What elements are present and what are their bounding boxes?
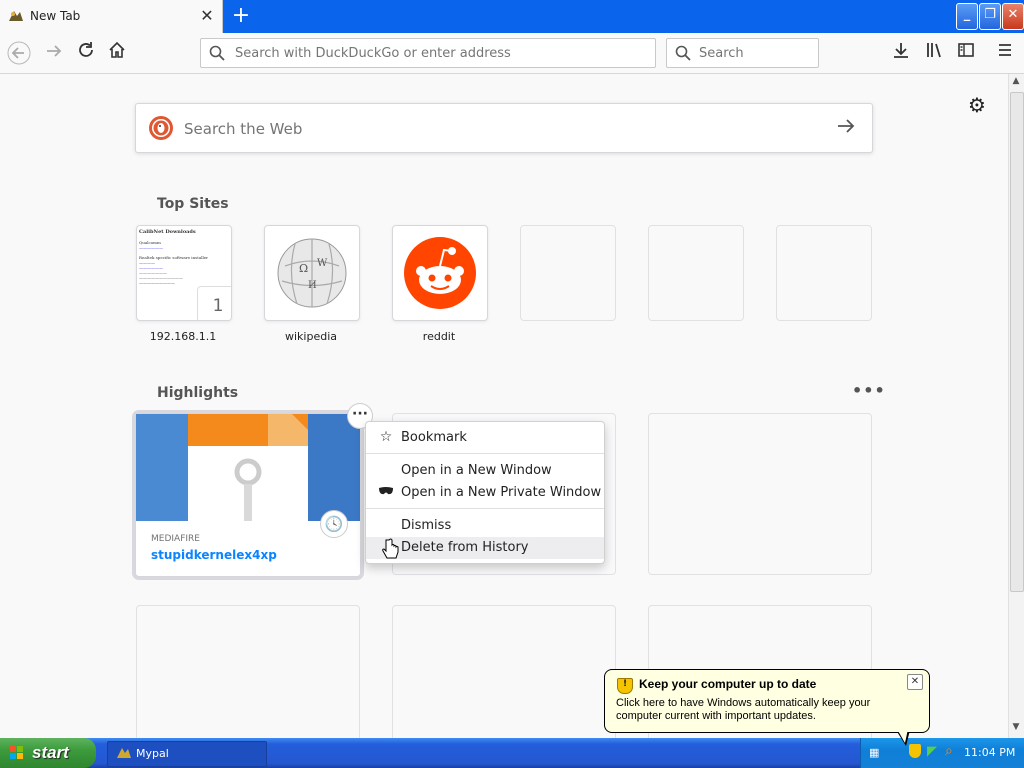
arrow-right-icon[interactable] [836,116,856,142]
gear-icon[interactable]: ⚙ [966,94,988,116]
tab-title: New Tab [30,9,81,23]
search-tray-icon[interactable]: ⌕ [945,743,953,759]
menu-item-label: Bookmark [401,430,467,445]
wikipedia-logo-icon: Ω W И [277,238,347,308]
highlight-empty [392,605,616,738]
hand-cursor-icon [382,538,399,559]
forward-arrow-icon[interactable] [42,41,66,65]
scroll-up-arrow-icon[interactable]: ▲ [1009,76,1023,90]
search-icon [675,45,691,61]
clock-icon: 🕓 [320,510,348,538]
menu-hamburger-icon[interactable] [993,41,1017,65]
top-sites-title: Top Sites [157,196,229,212]
menu-item-open-new-window[interactable]: Open in a New Window [366,460,604,482]
taskbar-item-label: Mypal [136,747,169,760]
svg-text:Ω: Ω [299,262,308,275]
menu-item-open-private-window[interactable]: Open in a New Private Window [366,482,604,504]
taskbar-clock: 11:04 PM [964,746,1016,759]
shield-icon: ! [617,678,633,694]
mask-icon [377,484,395,500]
top-site-label: reddit [422,330,456,343]
balloon-text[interactable]: Click here to have Windows automatically… [616,697,916,723]
highlight-empty [136,605,360,738]
windows-logo-icon [10,746,23,759]
menu-item-bookmark[interactable]: ☆ Bookmark [366,427,604,449]
menu-item-label: Delete from History [401,540,529,555]
downloads-icon[interactable] [889,41,913,65]
top-site-empty [776,225,872,321]
reload-icon[interactable] [74,41,98,65]
search-bar[interactable] [666,38,819,68]
search-input[interactable] [697,43,811,63]
top-site-empty [520,225,616,321]
top-site-tile-1[interactable]: CalibNet Downloads Qualcomm —————— Realt… [136,225,232,321]
highlight-empty [648,413,872,575]
web-search-box[interactable] [135,103,873,153]
top-site-label: wikipedia [284,330,337,343]
reddit-logo-icon [404,237,476,309]
mypal-favicon-icon [9,11,23,21]
url-bar[interactable] [200,38,656,68]
restore-icon: ❐ [984,7,996,22]
highlight-card[interactable]: 🕓 MEDIAFIRE stupidkernelex4xp [135,413,361,577]
keyboard-icon[interactable]: ▦ [869,746,879,759]
update-notification-balloon[interactable]: ! Keep your computer up to date ✕ Click … [604,669,930,733]
highlight-thumbnail [136,414,360,521]
url-input[interactable] [233,43,637,63]
menu-item-label: Open in a New Window [401,463,552,478]
top-site-label: 192.168.1.1 [149,330,217,343]
top-site-empty [648,225,744,321]
taskbar-item-mypal[interactable]: Mypal [107,741,267,767]
start-button[interactable]: start [0,738,96,768]
tab-new-tab[interactable]: New Tab ✕ [0,0,223,33]
library-icon[interactable] [922,41,946,65]
minimize-icon: _ [963,7,971,22]
balloon-tail-fill [897,729,908,743]
svg-text:И: И [308,280,317,291]
menu-divider [366,453,604,454]
minimize-button[interactable]: _ [956,3,978,30]
nav-toolbar [0,33,1024,74]
close-icon: ✕ [1007,7,1019,22]
scroll-down-arrow-icon[interactable]: ▼ [1009,722,1023,736]
sidebar-icon[interactable] [954,41,978,65]
web-search-input[interactable] [182,117,806,141]
site-badge: 1 [197,286,231,320]
search-icon [209,45,225,61]
back-arrow-icon[interactable] [7,41,31,65]
highlights-title: Highlights [157,385,239,401]
scrollbar-thumb[interactable] [1010,92,1024,592]
top-site-tile-3[interactable] [392,225,488,321]
highlights-more-icon[interactable]: ••• [852,381,886,400]
highlight-source: MEDIAFIRE [151,534,200,544]
security-shield-icon[interactable] [909,744,921,758]
menu-item-dismiss[interactable]: Dismiss [366,515,604,537]
duckduckgo-logo-icon [149,116,173,140]
balloon-title: Keep your computer up to date [639,677,817,691]
network-icon[interactable]: ◤ [927,744,937,759]
restore-button[interactable]: ❐ [979,3,1001,30]
highlight-context-menu: ☆ Bookmark Open in a New Window Open in … [365,421,605,564]
mypal-icon [117,748,131,758]
menu-item-label: Open in a New Private Window [401,485,602,500]
start-label: start [32,743,69,762]
site-screenshot-heading: CalibNet Downloads [139,229,196,235]
new-tab-page: ⚙ Top Sites CalibNet Downloads Qualcomm … [0,74,1008,738]
highlight-title[interactable]: stupidkernelex4xp [151,548,277,562]
tab-close-icon[interactable]: ✕ [198,6,216,26]
menu-item-delete-history[interactable]: Delete from History [366,537,604,559]
menu-item-label: Dismiss [401,518,452,533]
close-icon[interactable]: ✕ [907,674,923,690]
new-tab-button[interactable]: + [230,3,252,29]
star-icon: ☆ [379,429,393,445]
menu-divider [366,508,604,509]
top-site-tile-2[interactable]: Ω W И [264,225,360,321]
close-window-button[interactable]: ✕ [1002,3,1024,30]
svg-text:W: W [317,258,328,269]
home-icon[interactable] [105,41,129,65]
